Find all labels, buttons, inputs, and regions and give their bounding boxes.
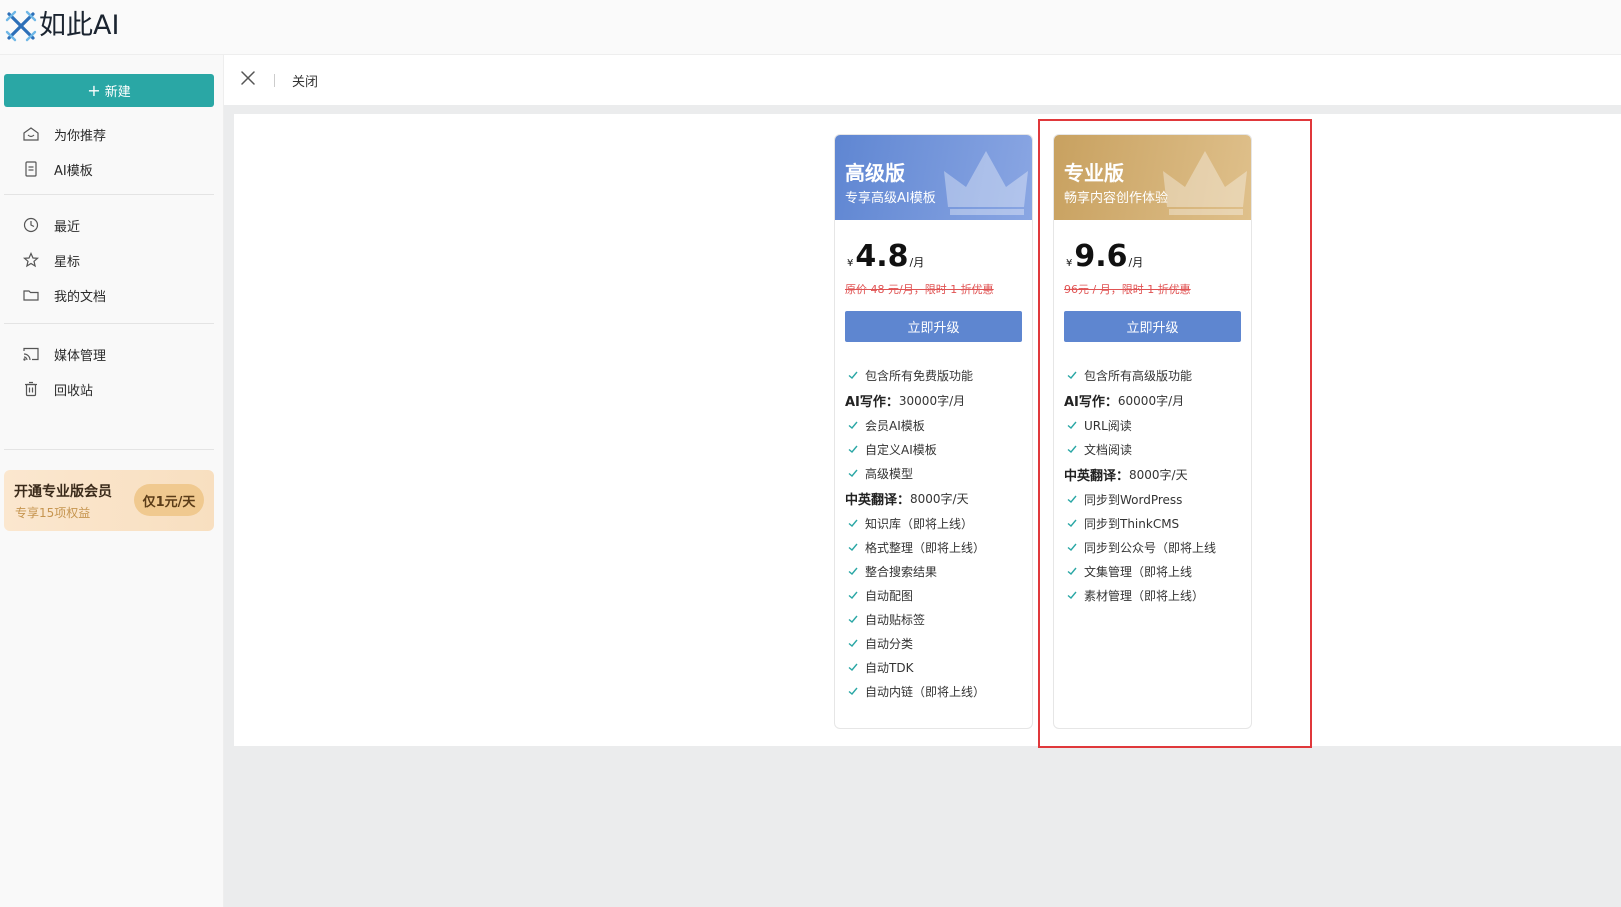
feature-text: 自动TDK [865, 660, 914, 675]
promo-title: 开通专业版会员 [14, 484, 112, 500]
feature-text: 自动贴标签 [865, 612, 926, 627]
close-label[interactable]: 关闭 [292, 71, 318, 90]
feature-item: 自动贴标签 [845, 607, 1028, 631]
sidebar-item-label: 为你推荐 [54, 128, 107, 144]
plan-price: ¥ 4.8 /月 [847, 239, 924, 274]
top-bar: 如此AI [0, 0, 1621, 55]
check-icon [848, 445, 858, 453]
close-separator [274, 74, 275, 87]
sidebar-item-label: 我的文档 [54, 289, 107, 305]
check-icon [848, 421, 858, 429]
plan-header: 高级版 专享高级AI模板 [835, 135, 1032, 220]
logo[interactable]: 如此AI [5, 9, 119, 43]
feature-item: 会员AI模板 [845, 413, 1028, 437]
document-icon [25, 161, 37, 177]
feature-text: 知识库（即将上线） [865, 516, 974, 531]
feature-list: 包含所有免费版功能 AI写作： 30000字/月会员AI模板 自定义AI模板 高级模型中… [845, 363, 1028, 703]
sidebar-divider [4, 194, 214, 195]
trash-icon [25, 381, 37, 397]
sidebar-item-my-docs[interactable]: 我的文档 [22, 283, 106, 307]
feature-text: 会员AI模板 [865, 418, 925, 433]
feature-text: 整合搜索结果 [865, 564, 938, 579]
highlight-box [1038, 119, 1312, 748]
check-icon [848, 615, 858, 623]
logo-text: 如此AI [39, 10, 120, 41]
plan-name: 高级版 [845, 161, 905, 185]
price-currency: ¥ [847, 258, 854, 269]
feature-item: 高级模型 [845, 461, 1028, 485]
feature-text: 自动分类 [865, 636, 914, 651]
feature-item: 格式整理（即将上线） [845, 535, 1028, 559]
check-icon [848, 519, 858, 527]
feature-item: 自定义AI模板 [845, 437, 1028, 461]
upgrade-button[interactable]: 立即升级 [845, 311, 1022, 342]
home-icon [23, 127, 39, 141]
price-amount: 4.8 [855, 239, 909, 274]
check-icon [848, 663, 858, 671]
promo-subtitle: 专享15项权益 [15, 506, 91, 520]
feature-text: 高级模型 [865, 466, 914, 481]
feature-item: 知识库（即将上线） [845, 511, 1028, 535]
feature-text: 自动配图 [865, 588, 914, 603]
feature-item: 自动配图 [845, 583, 1028, 607]
sidebar-item-label: 最近 [54, 219, 81, 235]
feature-label: AI写作： [845, 394, 899, 410]
feature-label: 中英翻译： [845, 492, 911, 508]
feature-item: 整合搜索结果 [845, 559, 1028, 583]
promo-price-button[interactable]: 仅1元/天 [134, 484, 204, 516]
feature-quota: AI写作： 30000字/月 [845, 387, 1028, 413]
check-icon [848, 371, 858, 379]
feature-item: 自动内链（即将上线） [845, 679, 1028, 703]
feature-quota: 中英翻译： 8000字/天 [845, 485, 1028, 511]
feature-item: 自动分类 [845, 631, 1028, 655]
sidebar-item-label: 回收站 [54, 383, 94, 399]
sidebar-item-label: 媒体管理 [54, 348, 107, 364]
new-button[interactable]: + 新建 [4, 74, 214, 107]
feature-text: 自定义AI模板 [865, 442, 937, 457]
sidebar-item-recent[interactable]: 最近 [22, 213, 80, 237]
clock-icon [23, 217, 39, 233]
plan-subtitle: 专享高级AI模板 [845, 191, 936, 206]
cast-icon [23, 347, 39, 361]
check-icon [848, 591, 858, 599]
star-icon [22, 252, 40, 268]
plus-icon: + [87, 80, 101, 100]
plan-card-advanced: 高级版 专享高级AI模板 ¥ 4.8 /月 原价 48 元/月，限时 1 折优惠… [834, 134, 1033, 729]
check-icon [848, 639, 858, 647]
feature-item: 自动TDK [845, 655, 1028, 679]
sidebar-item-recommend[interactable]: 为你推荐 [22, 122, 106, 146]
check-icon [848, 543, 858, 551]
feature-text: 格式整理（即将上线） [865, 540, 986, 555]
feature-value: 8000字/天 [910, 491, 969, 506]
check-icon [848, 567, 858, 575]
sidebar-item-label: AI模板 [54, 163, 93, 179]
sidebar: + 新建 为你推荐 AI模板 最近 星标 我的文档 媒体管理 回收站 开通专业版… [0, 55, 224, 907]
close-icon[interactable] [240, 70, 256, 86]
sidebar-item-ai-templates[interactable]: AI模板 [22, 157, 93, 181]
logo-icon [5, 10, 37, 42]
new-button-label: 新建 [104, 85, 131, 100]
check-icon [848, 469, 858, 477]
sidebar-divider [4, 449, 214, 450]
feature-text: 包含所有免费版功能 [865, 368, 974, 383]
crown-icon [944, 151, 1028, 215]
feature-item: 包含所有免费版功能 [845, 363, 1028, 387]
price-unit: /月 [909, 256, 925, 269]
sidebar-item-label: 星标 [54, 254, 81, 270]
close-bar: 关闭 [224, 55, 1621, 105]
sidebar-item-media[interactable]: 媒体管理 [22, 342, 106, 366]
pro-promo-banner[interactable]: 开通专业版会员 专享15项权益 仅1元/天 [4, 470, 214, 531]
folder-icon [23, 290, 39, 301]
check-icon [848, 687, 858, 695]
sidebar-item-trash[interactable]: 回收站 [22, 377, 93, 401]
sidebar-item-starred[interactable]: 星标 [22, 248, 80, 272]
feature-text: 自动内链（即将上线） [865, 684, 986, 699]
feature-value: 30000字/月 [898, 393, 966, 408]
original-price: 原价 48 元/月，限时 1 折优惠 [845, 283, 994, 296]
sidebar-divider [4, 323, 214, 324]
